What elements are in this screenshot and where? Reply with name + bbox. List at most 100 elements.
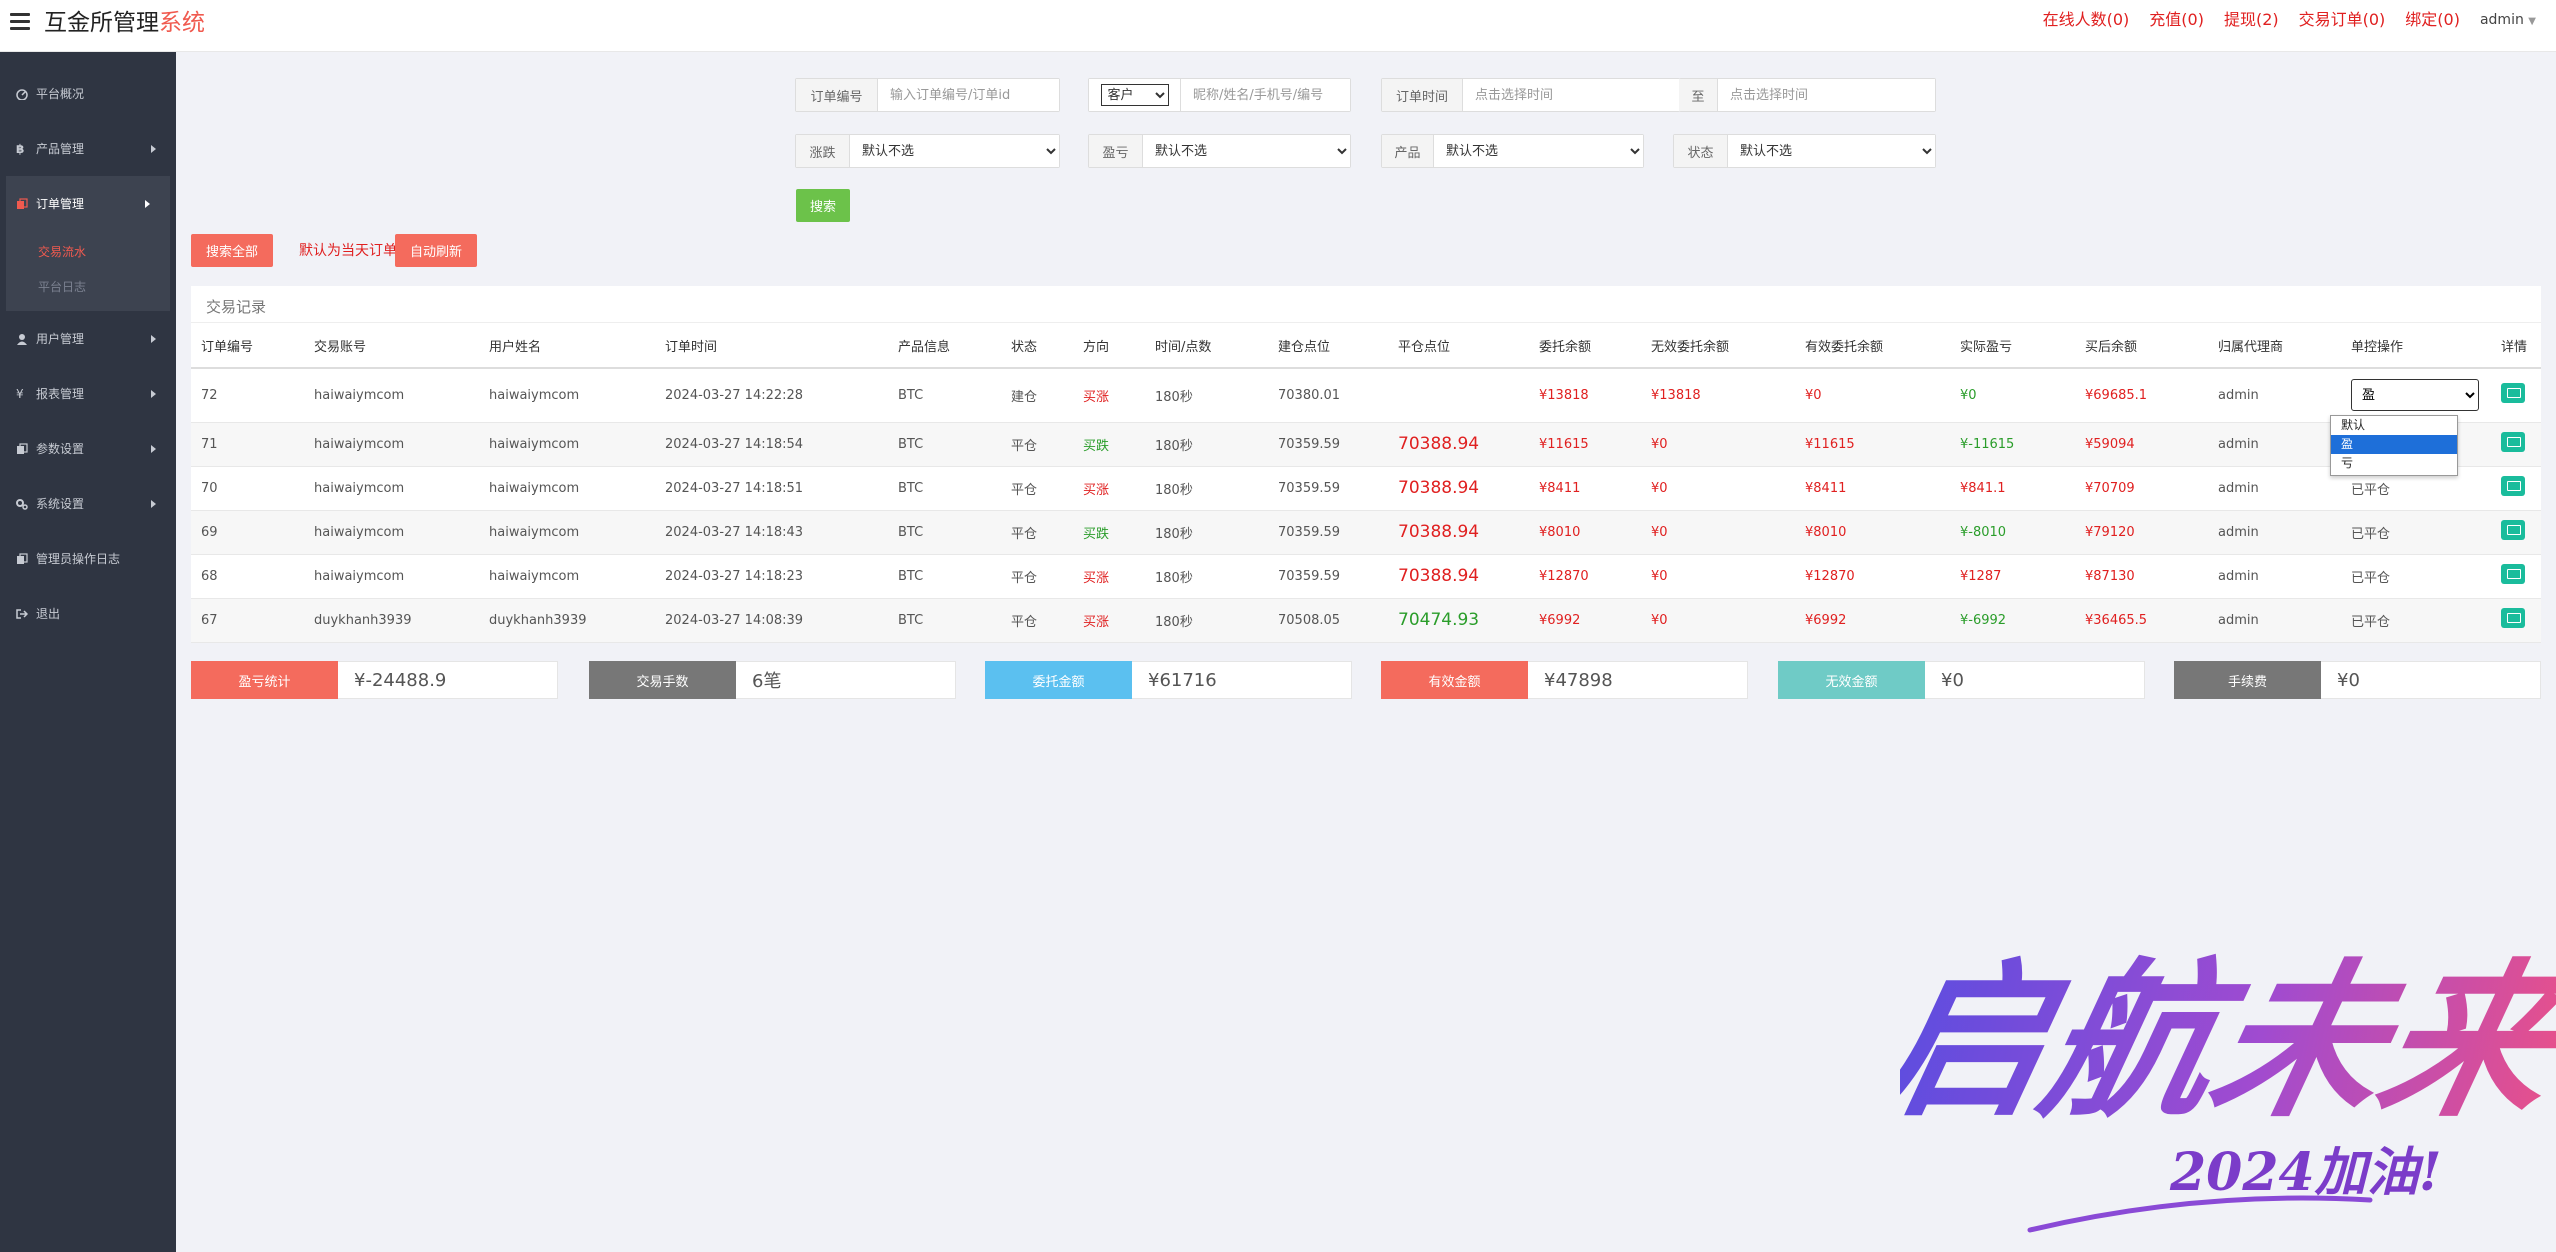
sidebar-sub-trade-flow[interactable]: 交易流水 bbox=[38, 235, 170, 270]
time-from-input[interactable] bbox=[1463, 79, 1679, 111]
cell-dir: 买涨 bbox=[1073, 466, 1145, 511]
status-label: 状态 bbox=[1674, 135, 1728, 167]
sidebar-item-products[interactable]: ฿ 产品管理 bbox=[0, 121, 176, 176]
user-type-select[interactable]: 客户 bbox=[1100, 84, 1169, 106]
stat-box: 手续费 ¥0 bbox=[2174, 661, 2541, 699]
cell-name: haiwaiymcom bbox=[479, 368, 655, 423]
sidebar-item-label: 订单管理 bbox=[36, 197, 85, 211]
ctrl-option-profit[interactable]: 盈 bbox=[2331, 435, 2457, 454]
column-header: 时间/点数 bbox=[1145, 323, 1268, 369]
cell-after: ¥87130 bbox=[2075, 554, 2208, 599]
stat-box: 盈亏统计 ¥-24488.9 bbox=[191, 661, 558, 699]
cell-detail bbox=[2491, 598, 2541, 643]
order-no-input[interactable] bbox=[878, 79, 1059, 111]
cell-after: ¥36465.5 bbox=[2075, 598, 2208, 643]
cell-ctrl: 已平仓 bbox=[2341, 554, 2491, 599]
cell-agent: admin bbox=[2208, 510, 2341, 555]
nav-online[interactable]: 在线人数(0) bbox=[2043, 8, 2130, 34]
cell-invalid: ¥0 bbox=[1641, 466, 1795, 511]
search-all-button[interactable]: 搜索全部 bbox=[191, 234, 273, 267]
cell-status: 平仓 bbox=[1001, 554, 1073, 599]
cell-agent: admin bbox=[2208, 554, 2341, 599]
sidebar-sub-platform-log[interactable]: 平台日志 bbox=[38, 270, 170, 305]
table-body: 72 haiwaiymcom haiwaiymcom 2024-03-27 14:22… bbox=[191, 368, 2541, 643]
rise-select[interactable]: 默认不选 bbox=[850, 135, 1059, 167]
detail-icon[interactable] bbox=[2501, 383, 2525, 404]
nav-withdraw[interactable]: 提现(2) bbox=[2224, 8, 2279, 34]
cell-dur: 180秒 bbox=[1145, 368, 1268, 423]
sidebar-item-overview[interactable]: 平台概况 bbox=[0, 66, 176, 121]
cell-detail bbox=[2491, 466, 2541, 511]
stat-value: ¥47898 bbox=[1528, 661, 1748, 699]
status-select[interactable]: 默认不选 bbox=[1728, 135, 1935, 167]
time-to-input[interactable] bbox=[1718, 79, 1935, 111]
stat-label: 盈亏统计 bbox=[191, 661, 338, 699]
user-menu[interactable]: admin ▼ bbox=[2480, 8, 2536, 34]
column-header: 归属代理商 bbox=[2208, 323, 2341, 369]
stat-value: ¥0 bbox=[1925, 661, 2145, 699]
sidebar-item-admin-log[interactable]: 管理员操作日志 bbox=[0, 531, 176, 586]
stat-box: 无效金额 ¥0 bbox=[1778, 661, 2145, 699]
column-header: 委托余额 bbox=[1529, 323, 1641, 369]
chevron-right-icon bbox=[151, 499, 156, 508]
app-title: 互金所管理系统 bbox=[44, 10, 205, 36]
cell-dur: 180秒 bbox=[1145, 422, 1268, 467]
ctrl-select[interactable]: 盈 bbox=[2351, 379, 2479, 412]
column-header: 用户姓名 bbox=[479, 323, 655, 369]
column-header: 无效委托余额 bbox=[1641, 323, 1795, 369]
profit-label: 盈亏 bbox=[1089, 135, 1143, 167]
user-search-input[interactable] bbox=[1181, 79, 1350, 111]
nav-trade-orders[interactable]: 交易订单(0) bbox=[2299, 8, 2386, 34]
header-nav: 在线人数(0) 充值(0) 提现(2) 交易订单(0) 绑定(0) admin … bbox=[2043, 8, 2536, 34]
ctrl-option-default[interactable]: 默认 bbox=[2331, 416, 2457, 435]
sidebar-item-label: 管理员操作日志 bbox=[36, 552, 121, 566]
cell-name: haiwaiymcom bbox=[479, 466, 655, 511]
cell-time: 2024-03-27 14:08:39 bbox=[655, 598, 888, 643]
cell-open: 70359.59 bbox=[1268, 466, 1388, 511]
cell-id: 68 bbox=[191, 554, 304, 599]
chevron-right-icon bbox=[145, 199, 150, 208]
time-to-filter: 至 bbox=[1679, 78, 1936, 112]
sidebar-item-reports[interactable]: ¥ 报表管理 bbox=[0, 366, 176, 421]
cell-status: 建仓 bbox=[1001, 368, 1073, 423]
cell-close bbox=[1388, 368, 1529, 423]
detail-icon[interactable] bbox=[2501, 520, 2525, 540]
sidebar-item-params[interactable]: 参数设置 bbox=[0, 421, 176, 476]
stat-value: ¥0 bbox=[2321, 661, 2541, 699]
user-type-wrap: 客户 bbox=[1089, 79, 1181, 111]
table-row: 70 haiwaiymcom haiwaiymcom 2024-03-27 14:18… bbox=[191, 466, 2541, 511]
sidebar-item-system[interactable]: 系统设置 bbox=[0, 476, 176, 531]
search-button[interactable]: 搜索 bbox=[796, 189, 850, 222]
detail-icon[interactable] bbox=[2501, 476, 2525, 496]
table-row: 71 haiwaiymcom haiwaiymcom 2024-03-27 14:18… bbox=[191, 422, 2541, 467]
cell-account: haiwaiymcom bbox=[304, 368, 479, 423]
cell-detail bbox=[2491, 510, 2541, 555]
cell-product: BTC bbox=[888, 598, 1001, 643]
profit-select[interactable]: 默认不选 bbox=[1143, 135, 1350, 167]
cell-agent: admin bbox=[2208, 368, 2341, 423]
cell-product: BTC bbox=[888, 554, 1001, 599]
cell-invalid: ¥0 bbox=[1641, 422, 1795, 467]
cell-dir: 买涨 bbox=[1073, 368, 1145, 423]
user-filter: 客户 bbox=[1088, 78, 1351, 112]
product-select[interactable]: 默认不选 bbox=[1434, 135, 1643, 167]
auto-refresh-button[interactable]: 自动刷新 bbox=[395, 234, 477, 267]
sidebar-item-logout[interactable]: 退出 bbox=[0, 586, 176, 641]
sign-out-icon bbox=[16, 608, 29, 620]
detail-icon[interactable] bbox=[2501, 564, 2525, 584]
menu-toggle-icon[interactable] bbox=[10, 13, 30, 30]
cell-valid: ¥8411 bbox=[1795, 466, 1950, 511]
detail-icon[interactable] bbox=[2501, 608, 2525, 628]
cell-close: 70388.94 bbox=[1388, 510, 1529, 555]
cell-detail bbox=[2491, 368, 2541, 423]
table-row: 69 haiwaiymcom haiwaiymcom 2024-03-27 14:18… bbox=[191, 510, 2541, 555]
cell-invalid: ¥13818 bbox=[1641, 368, 1795, 423]
detail-icon[interactable] bbox=[2501, 432, 2525, 452]
nav-recharge[interactable]: 充值(0) bbox=[2149, 8, 2204, 34]
sidebar-item-orders[interactable]: 订单管理 bbox=[6, 176, 170, 231]
sidebar-item-users[interactable]: 用户管理 bbox=[0, 311, 176, 366]
sidebar-item-label: 参数设置 bbox=[36, 442, 85, 456]
ctrl-option-loss[interactable]: 亏 bbox=[2331, 454, 2457, 473]
nav-bind[interactable]: 绑定(0) bbox=[2405, 8, 2460, 34]
cell-open: 70359.59 bbox=[1268, 510, 1388, 555]
